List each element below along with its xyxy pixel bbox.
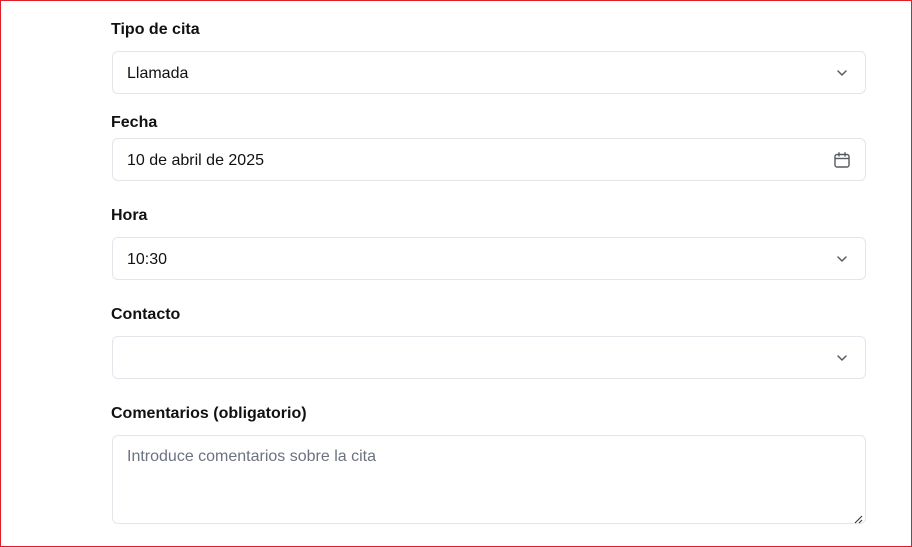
comentarios-label: Comentarios (obligatorio) [111,405,307,422]
form-frame: Tipo de cita Llamada Fecha 10 de abril d… [0,0,912,547]
chevron-down-icon [833,349,851,367]
fecha-label: Fecha [111,114,158,131]
contacto-select[interactable] [112,336,866,379]
calendar-icon[interactable] [833,151,851,169]
hora-value: 10:30 [127,251,168,268]
hora-select[interactable]: 10:30 [112,237,866,280]
tipo-cita-select[interactable]: Llamada [112,51,866,94]
fecha-value: 10 de abril de 2025 [127,152,264,169]
comentarios-textarea[interactable]: Introduce comentarios sobre la cita [112,435,866,524]
chevron-down-icon [833,250,851,268]
chevron-down-icon [833,64,851,82]
resize-handle-icon[interactable] [853,511,863,524]
contacto-label: Contacto [111,306,181,323]
comentarios-placeholder: Introduce comentarios sobre la cita [127,448,377,465]
fecha-input[interactable]: 10 de abril de 2025 [112,138,866,181]
tipo-cita-label: Tipo de cita [111,21,200,38]
tipo-cita-value: Llamada [127,65,189,82]
hora-label: Hora [111,207,148,224]
